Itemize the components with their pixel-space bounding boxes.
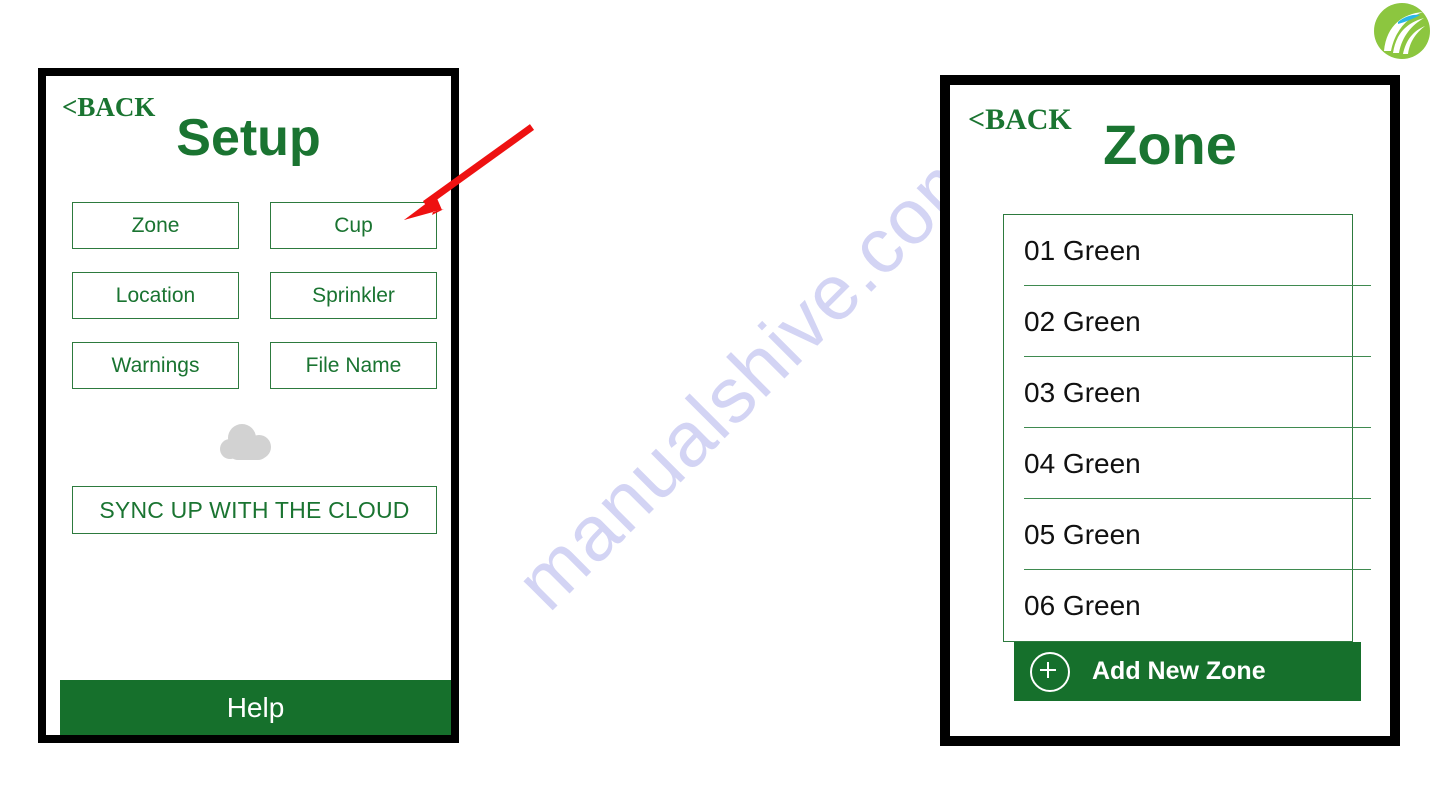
brand-logo	[1360, 2, 1440, 60]
zone-item-label: 05 Green	[1024, 518, 1141, 550]
setup-button-sprinkler[interactable]: Sprinkler	[270, 272, 437, 319]
plus-circle-icon	[1030, 651, 1070, 692]
device-frame-zone: <BACK Zone 01 Green 02 Green 03 Green 04…	[940, 75, 1400, 746]
cloud-icon	[216, 422, 281, 464]
zone-list-item[interactable]: 05 Green	[1004, 499, 1371, 570]
zone-item-label: 03 Green	[1024, 376, 1141, 408]
add-new-zone-button[interactable]: Add New Zone	[1014, 642, 1361, 701]
zone-item-label: 06 Green	[1024, 589, 1141, 621]
zone-list: 01 Green 02 Green 03 Green 04 Green 05 G…	[1003, 214, 1371, 642]
zone-item-label: 04 Green	[1024, 447, 1141, 479]
zone-screen: <BACK Zone 01 Green 02 Green 03 Green 04…	[950, 85, 1390, 736]
page-title-zone: Zone	[1103, 113, 1237, 176]
zone-list-item[interactable]: 06 Green	[1004, 570, 1352, 641]
setup-button-location[interactable]: Location	[72, 272, 239, 319]
device-frame-setup: <BACK Setup Zone Cup Location Sprinkler …	[38, 68, 459, 743]
setup-button-cup[interactable]: Cup	[270, 202, 437, 249]
page-title-setup: Setup	[176, 109, 321, 167]
setup-options-grid: Zone Cup Location Sprinkler Warnings Fil…	[72, 202, 437, 389]
zone-item-label: 01 Green	[1024, 234, 1141, 266]
zone-list-item[interactable]: 02 Green	[1004, 286, 1371, 357]
setup-button-file-name[interactable]: File Name	[270, 342, 437, 389]
zone-list-item[interactable]: 01 Green	[1004, 215, 1371, 286]
zone-list-item[interactable]: 04 Green	[1004, 428, 1371, 499]
add-new-zone-label: Add New Zone	[1092, 657, 1266, 685]
setup-button-zone[interactable]: Zone	[72, 202, 239, 249]
zone-item-label: 02 Green	[1024, 305, 1141, 337]
setup-button-warnings[interactable]: Warnings	[72, 342, 239, 389]
setup-screen: <BACK Setup Zone Cup Location Sprinkler …	[46, 76, 451, 735]
help-button[interactable]: Help	[60, 680, 451, 735]
sync-up-with-cloud-button[interactable]: SYNC UP WITH THE CLOUD	[72, 486, 437, 534]
zone-list-item[interactable]: 03 Green	[1004, 357, 1371, 428]
